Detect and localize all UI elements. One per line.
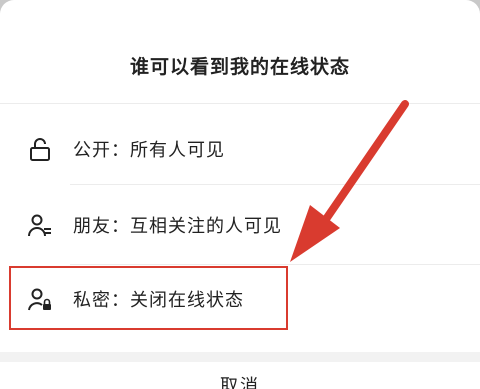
highlight-box	[9, 266, 288, 330]
divider	[70, 184, 480, 185]
divider	[70, 264, 480, 265]
option-friends[interactable]: 朋友：互相关注的人可见	[0, 196, 480, 254]
user-friends-icon	[28, 214, 51, 237]
unlock-icon	[30, 138, 50, 161]
section-gap	[0, 352, 480, 362]
divider	[0, 103, 480, 104]
option-friends-label: 朋友：互相关注的人可见	[73, 216, 282, 237]
option-public-label: 公开：所有人可见	[73, 140, 225, 161]
option-public[interactable]: 公开：所有人可见	[0, 120, 480, 178]
visibility-dialog: 谁可以看到我的在线状态 公开：所有人可见 朋友：互相关注的人可见 私密：关闭在线…	[0, 0, 480, 389]
dialog-title: 谁可以看到我的在线状态	[129, 56, 350, 78]
cancel-button[interactable]: 取消	[0, 372, 480, 389]
